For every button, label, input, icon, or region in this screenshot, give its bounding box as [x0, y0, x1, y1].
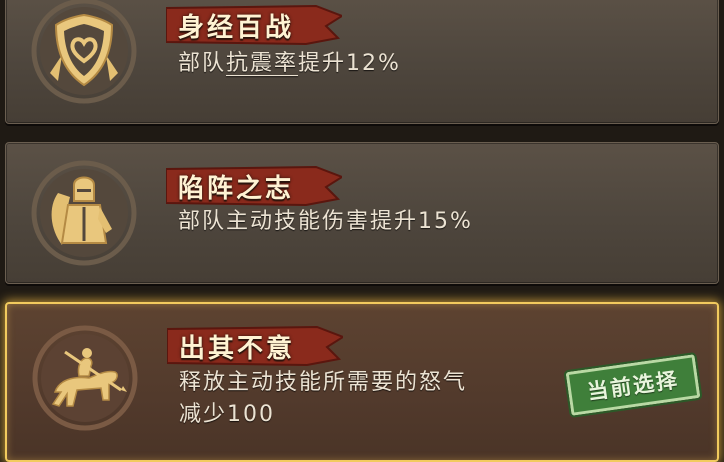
- skill-title: 出其不意: [179, 334, 296, 364]
- cavalry-rider-icon: [29, 322, 141, 434]
- desc-line-1: 释放主动技能所需要的怒气: [179, 370, 468, 395]
- skill-card-2[interactable]: 陷阵之志 部队主动技能伤害提升15%: [5, 142, 719, 284]
- skill-description: 释放主动技能所需要的怒气 减少100: [179, 367, 467, 431]
- skill-description: 部队主动技能伤害提升15%: [178, 209, 473, 234]
- badge-label: 当前选择: [585, 367, 681, 405]
- desc-suffix: 提升12%: [298, 51, 401, 76]
- desc-prefix: 部队: [178, 51, 227, 76]
- skill-card-1[interactable]: 身经百战 部队抗震率提升12%: [5, 0, 719, 124]
- skill-title: 陷阵之志: [178, 174, 295, 204]
- armored-knight-icon: [28, 157, 140, 269]
- skill-description: 部队抗震率提升12%: [178, 48, 401, 80]
- shield-heart-icon: [28, 0, 140, 107]
- desc-keyword-link[interactable]: 抗震率: [226, 51, 298, 76]
- skill-title: 身经百战: [178, 13, 295, 43]
- skill-title-banner: 陷阵之志: [166, 165, 342, 207]
- skill-title-banner: 身经百战: [166, 4, 342, 46]
- desc-line-2: 减少100: [179, 402, 275, 427]
- skill-title-banner: 出其不意: [167, 325, 343, 367]
